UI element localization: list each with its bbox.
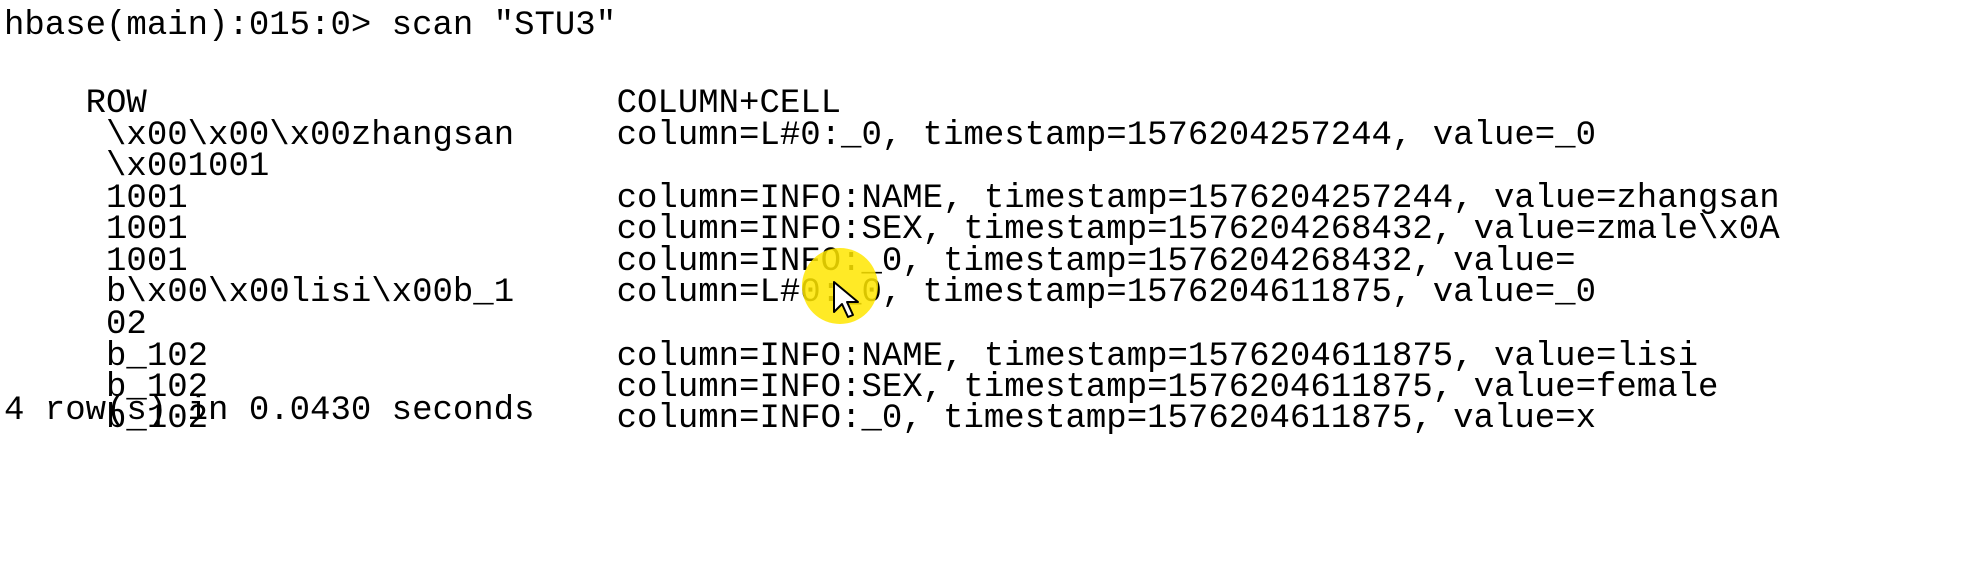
scan-summary: 4 row(s) in 0.0430 seconds bbox=[4, 392, 535, 430]
mouse-pointer-icon bbox=[833, 281, 859, 318]
prompt-line: hbase(main):015:0> scan "STU3" bbox=[4, 7, 617, 45]
terminal-window[interactable]: hbase(main):015:0> scan "STU3" ROW COLUMN… bbox=[0, 0, 1970, 574]
row-cell: column=INFO:_0, timestamp=1576204611875,… bbox=[616, 400, 1596, 438]
